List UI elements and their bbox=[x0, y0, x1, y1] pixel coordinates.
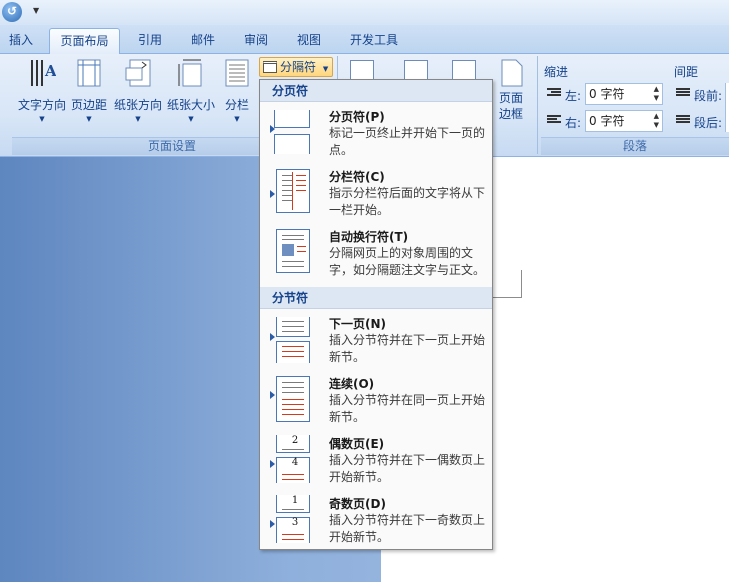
item-description: 插入分节符并在下一页上开始新节。 bbox=[329, 333, 486, 364]
spacing-input-edge[interactable] bbox=[725, 83, 729, 132]
indent-right-input[interactable]: 0 字符 ▲ ▼ bbox=[585, 110, 663, 132]
item-description: 插入分节符并在同一页上开始新节。 bbox=[329, 393, 486, 424]
even-page-icon: 2 4 bbox=[270, 435, 310, 483]
columns-button[interactable]: 分栏 ▼ bbox=[220, 58, 254, 123]
menu-item-odd-page[interactable]: 1 3 奇数页(D) 插入分节符并在下一奇数页上开始新节。 bbox=[260, 489, 492, 549]
indent-left-label: 左: bbox=[565, 89, 582, 103]
item-description: 分隔网页上的对象周围的文字，如分隔题注文字与正文。 bbox=[329, 246, 486, 277]
page-borders-icon bbox=[497, 58, 525, 88]
margin-corner-mark bbox=[493, 297, 522, 298]
item-title: 分栏符(C) bbox=[329, 170, 385, 184]
indent-right-icon bbox=[547, 115, 561, 127]
item-title: 下一页(N) bbox=[329, 317, 387, 331]
menu-item-column-break[interactable]: 分栏符(C) 指示分栏符后面的文字将从下一栏开始。 bbox=[260, 162, 492, 222]
section-breaks-header: 分节符 bbox=[260, 287, 492, 309]
tab-view[interactable]: 视图 bbox=[287, 31, 331, 51]
indent-right-label: 右: bbox=[565, 116, 582, 130]
text-wrapping-break-icon bbox=[270, 228, 310, 274]
odd-page-number-2: 3 bbox=[291, 517, 299, 528]
spacing-before-icon bbox=[676, 88, 690, 100]
item-description: 插入分节符并在下一奇数页上开始新节。 bbox=[329, 513, 486, 544]
orientation-label: 纸张方向 bbox=[113, 98, 162, 112]
indent-right-value: 0 字符 bbox=[589, 114, 625, 128]
odd-page-number: 1 bbox=[291, 495, 299, 506]
page-break-icon bbox=[270, 108, 310, 154]
indent-left-icon bbox=[547, 88, 561, 100]
chevron-down-icon: ▼ bbox=[322, 65, 329, 73]
svg-text:A: A bbox=[44, 62, 56, 80]
page-borders-button[interactable]: 页面 边框 bbox=[492, 58, 530, 122]
columns-icon bbox=[223, 58, 251, 88]
item-description: 标记一页终止并开始下一页的点。 bbox=[329, 126, 486, 157]
page-borders-label-2: 边框 bbox=[498, 107, 523, 121]
spacing-after-icon bbox=[676, 115, 690, 127]
chevron-down-icon: ▼ bbox=[135, 115, 141, 123]
spacing-after-label: 段后: bbox=[694, 116, 723, 130]
tab-references[interactable]: 引用 bbox=[128, 31, 172, 51]
chevron-down-icon: ▼ bbox=[39, 115, 45, 123]
text-direction-icon: A bbox=[28, 58, 57, 88]
menu-item-text-wrapping-break[interactable]: 自动换行符(T) 分隔网页上的对象周围的文字，如分隔题注文字与正文。 bbox=[260, 222, 492, 283]
margins-label: 页边距 bbox=[70, 98, 107, 112]
indent-left-input[interactable]: 0 字符 ▲ ▼ bbox=[585, 83, 663, 105]
item-title: 奇数页(D) bbox=[329, 497, 386, 511]
spacing-before-label: 段前: bbox=[694, 89, 723, 103]
item-title: 自动换行符(T) bbox=[329, 230, 409, 244]
item-description: 指示分栏符后面的文字将从下一栏开始。 bbox=[329, 186, 486, 217]
breaks-dropdown-menu: 分页符 分页符(P) 标记一页终止并开始下一页的点。 分栏符(C) 指示分栏符后… bbox=[259, 79, 493, 550]
size-label: 纸张大小 bbox=[166, 98, 215, 112]
menu-item-page-break[interactable]: 分页符(P) 标记一页终止并开始下一页的点。 bbox=[260, 102, 492, 162]
size-button[interactable]: 纸张大小 ▼ bbox=[166, 58, 216, 123]
breaks-button[interactable]: 分隔符 ▼ bbox=[259, 57, 333, 77]
continuous-icon bbox=[270, 375, 310, 422]
margins-button[interactable]: 页边距 ▼ bbox=[68, 58, 110, 123]
spinner-arrows-icon[interactable]: ▲ ▼ bbox=[654, 112, 659, 130]
group-separator bbox=[537, 56, 538, 154]
orientation-button[interactable]: 纸张方向 ▼ bbox=[112, 58, 164, 123]
menu-item-continuous[interactable]: 连续(O) 插入分节符并在同一页上开始新节。 bbox=[260, 369, 492, 429]
text-direction-label: 文字方向 bbox=[17, 98, 66, 112]
orientation-icon bbox=[124, 58, 152, 88]
tab-mailings[interactable]: 邮件 bbox=[181, 31, 225, 51]
indent-title: 缩进 bbox=[544, 65, 569, 79]
chevron-down-icon: ▼ bbox=[188, 115, 194, 123]
item-title: 连续(O) bbox=[329, 377, 375, 391]
undo-icon[interactable]: ↺ bbox=[2, 2, 22, 22]
customize-qat-icon[interactable]: ▼ bbox=[33, 6, 39, 15]
menu-item-next-page[interactable]: 下一页(N) 插入分节符并在下一页上开始新节。 bbox=[260, 309, 492, 369]
ribbon-tabs: 插入 页面布局 引用 邮件 审阅 视图 开发工具 bbox=[0, 25, 729, 55]
odd-page-icon: 1 3 bbox=[270, 495, 310, 543]
indent-left-value: 0 字符 bbox=[589, 87, 625, 101]
margin-corner-mark bbox=[521, 270, 522, 298]
chevron-down-icon: ▼ bbox=[86, 115, 92, 123]
tab-review[interactable]: 审阅 bbox=[234, 31, 278, 51]
chevron-down-icon: ▼ bbox=[234, 115, 240, 123]
tab-developer[interactable]: 开发工具 bbox=[342, 31, 406, 51]
even-page-number: 2 bbox=[291, 435, 299, 446]
margins-icon bbox=[75, 58, 103, 88]
text-direction-button[interactable]: A 文字方向 ▼ bbox=[16, 58, 68, 123]
spacing-title: 间距 bbox=[674, 65, 699, 79]
item-title: 分页符(P) bbox=[329, 110, 385, 124]
breaks-icon bbox=[263, 61, 277, 73]
menu-item-even-page[interactable]: 2 4 偶数页(E) 插入分节符并在下一偶数页上开始新节。 bbox=[260, 429, 492, 489]
paper-size-icon bbox=[177, 58, 205, 88]
tab-page-layout[interactable]: 页面布局 bbox=[49, 28, 120, 55]
breaks-label: 分隔符 bbox=[280, 60, 317, 74]
spinner-arrows-icon[interactable]: ▲ ▼ bbox=[654, 85, 659, 103]
item-title: 偶数页(E) bbox=[329, 437, 385, 451]
item-description: 插入分节符并在下一偶数页上开始新节。 bbox=[329, 453, 486, 484]
quick-access-toolbar: ↺ ▼ bbox=[0, 0, 729, 25]
columns-label: 分栏 bbox=[224, 98, 249, 112]
paragraph-group-label: 段落 bbox=[541, 137, 729, 155]
tab-insert[interactable]: 插入 bbox=[2, 31, 40, 51]
column-break-icon bbox=[270, 168, 310, 214]
page-breaks-header: 分页符 bbox=[260, 80, 492, 102]
page-borders-label-1: 页面 bbox=[498, 91, 523, 105]
even-page-number-2: 4 bbox=[291, 457, 299, 468]
next-page-icon bbox=[270, 315, 310, 363]
